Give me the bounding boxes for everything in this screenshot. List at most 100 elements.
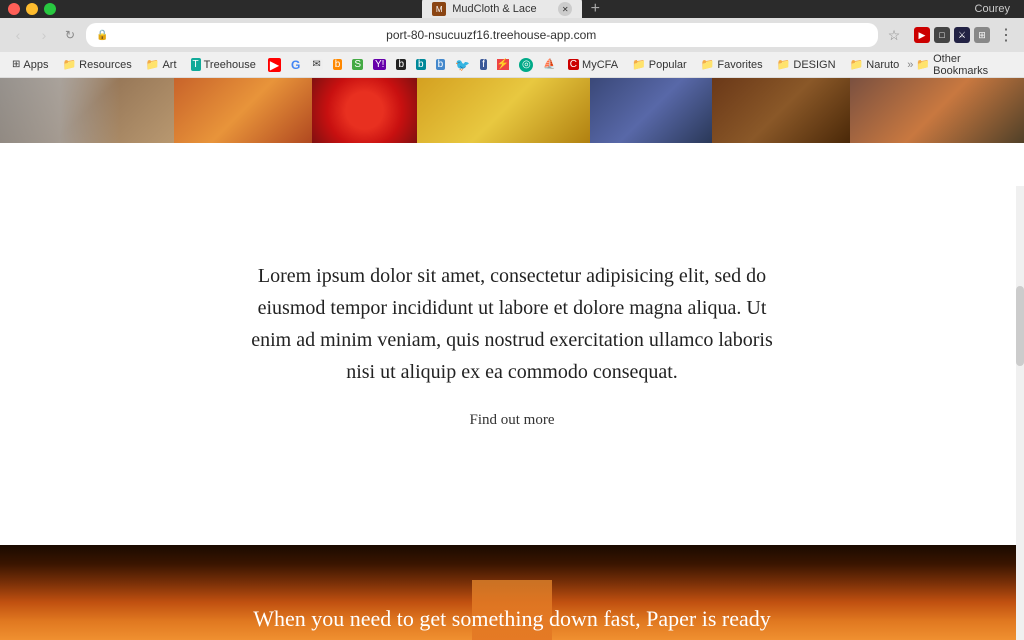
scrollbar-thumb[interactable] xyxy=(1016,286,1024,366)
folder-icon-art: 📁 xyxy=(146,58,160,71)
bm-icon-8: S xyxy=(352,59,363,70)
folder-icon-resources: 📁 xyxy=(62,58,76,71)
refresh-button[interactable]: ↻ xyxy=(60,25,80,45)
browser-menu-button[interactable]: ⋮ xyxy=(996,25,1016,45)
bookmark-b7[interactable]: b xyxy=(329,57,347,72)
folder-icon-naruto: 📁 xyxy=(850,58,864,71)
bookmark-design[interactable]: 📁 DESIGN xyxy=(771,56,842,73)
folder-icon-favorites: 📁 xyxy=(701,58,715,71)
bookmark-youtube[interactable]: ▶ xyxy=(264,56,285,74)
main-paragraph: Lorem ipsum dolor sit amet, consectetur … xyxy=(242,260,782,388)
apps-icon: ⊞ xyxy=(12,59,20,70)
bookmark-favorites-label: Favorites xyxy=(717,59,762,71)
twitter-icon: 🐦 xyxy=(455,58,470,72)
bm-icon-11: b xyxy=(416,59,426,70)
bookmark-resources[interactable]: 📁 Resources xyxy=(56,56,137,73)
bookmark-google[interactable]: G xyxy=(287,56,304,74)
bookmark-yahoo[interactable]: Y! xyxy=(369,57,390,72)
bookmark-mycfa[interactable]: C MyCFA xyxy=(562,57,624,73)
bookmark-b12[interactable]: b xyxy=(432,57,450,72)
bookmark-mycfa-label: MyCFA xyxy=(582,59,618,71)
bookmark-naruto[interactable]: 📁 Naruto xyxy=(844,56,906,73)
other-bookmarks-folder-icon: 📁 xyxy=(916,58,930,71)
address-bar: ‹ › ↻ 🔒 port-80-nsucuuzf16.treehouse-app… xyxy=(0,18,1024,52)
sunset-area: When you need to get something down fast… xyxy=(0,545,1024,640)
ext-icon-3[interactable]: ⚔ xyxy=(954,27,970,43)
gmail-icon: ✉ xyxy=(310,59,322,70)
bookmark-b15[interactable]: ⚡ xyxy=(493,57,513,72)
bookmark-treehouse-label: Treehouse xyxy=(204,59,256,71)
window-chrome: M MudCloth & Lace ✕ + Courey xyxy=(0,0,1024,18)
bookmark-treehouse[interactable]: T Treehouse xyxy=(185,56,262,73)
hero-fabric-strip xyxy=(0,78,1024,143)
overflow-indicator: » xyxy=(907,59,913,71)
maximize-button[interactable] xyxy=(44,3,56,15)
fabric-segment-6 xyxy=(712,78,851,143)
scrollbar[interactable] xyxy=(1016,186,1024,640)
bookmark-apps[interactable]: ⊞ Apps xyxy=(6,57,54,73)
close-button[interactable] xyxy=(8,3,20,15)
other-bookmarks-label: Other Bookmarks xyxy=(933,53,1018,77)
bookmark-art[interactable]: 📁 Art xyxy=(140,56,183,73)
folder-icon-popular: 📁 xyxy=(632,58,646,71)
bm-icon-10: b xyxy=(396,59,406,70)
treehouse-favicon: T xyxy=(191,58,201,71)
tab-close-button[interactable]: ✕ xyxy=(558,2,572,16)
ssl-icon: 🔒 xyxy=(96,30,108,41)
bookmark-b8[interactable]: S xyxy=(348,57,367,72)
bookmark-b16[interactable]: ◎ xyxy=(515,56,537,74)
hero-image xyxy=(0,78,1024,143)
bookmark-b10[interactable]: b xyxy=(392,57,410,72)
ext-icon-2[interactable]: □ xyxy=(934,27,950,43)
forward-button[interactable]: › xyxy=(34,25,54,45)
tab-title: MudCloth & Lace xyxy=(452,3,552,15)
fabric-segment-5 xyxy=(590,78,711,143)
main-text-area: Lorem ipsum dolor sit amet, consectetur … xyxy=(0,143,1024,545)
bm-icon-12: b xyxy=(436,59,446,70)
bookmark-popular[interactable]: 📁 Popular xyxy=(626,56,693,73)
fabric-segment-3 xyxy=(312,78,416,143)
extension-icons: ▶ □ ⚔ ⊞ xyxy=(914,27,990,43)
bookmark-design-label: DESIGN xyxy=(793,59,835,71)
bookmark-gmail[interactable]: ✉ xyxy=(306,57,326,72)
bookmark-favorites[interactable]: 📁 Favorites xyxy=(695,56,769,73)
fabric-segment-7 xyxy=(850,78,1024,143)
profile-name: Courey xyxy=(975,3,1010,15)
bm-icon-17: ⛵ xyxy=(543,59,555,70)
bookmark-fb[interactable]: f xyxy=(476,57,491,72)
bookmark-twitter[interactable]: 🐦 xyxy=(451,56,474,74)
facebook-icon: f xyxy=(480,59,487,70)
minimize-button[interactable] xyxy=(26,3,38,15)
fabric-segment-2 xyxy=(174,78,313,143)
folder-icon-design: 📁 xyxy=(777,58,791,71)
bookmark-b17[interactable]: ⛵ xyxy=(539,57,559,72)
tab-favicon: M xyxy=(432,2,446,16)
bookmark-resources-label: Resources xyxy=(79,59,132,71)
bookmark-art-label: Art xyxy=(162,59,176,71)
google-icon: G xyxy=(291,58,300,72)
url-bar[interactable]: 🔒 port-80-nsucuuzf16.treehouse-app.com xyxy=(86,23,878,47)
bm-icon-16: ◎ xyxy=(519,58,533,72)
find-out-more-link[interactable]: Find out more xyxy=(470,412,555,429)
hero-person xyxy=(0,78,120,143)
ext-icon-1[interactable]: ▶ xyxy=(914,27,930,43)
yahoo-icon: Y! xyxy=(373,59,386,70)
other-bookmarks[interactable]: » 📁 Other Bookmarks xyxy=(907,53,1018,77)
bookmarks-bar: ⊞ Apps 📁 Resources 📁 Art T Treehouse ▶ G… xyxy=(0,52,1024,78)
bookmark-apps-label: Apps xyxy=(23,59,48,71)
bookmark-naruto-label: Naruto xyxy=(866,59,899,71)
back-button[interactable]: ‹ xyxy=(8,25,28,45)
page-content: Lorem ipsum dolor sit amet, consectetur … xyxy=(0,78,1024,640)
ext-icon-4[interactable]: ⊞ xyxy=(974,27,990,43)
youtube-icon: ▶ xyxy=(268,58,281,72)
bookmark-b11[interactable]: b xyxy=(412,57,430,72)
sunset-text: When you need to get something down fast… xyxy=(253,606,770,632)
bm-icon-15: ⚡ xyxy=(497,59,509,70)
browser-window: M MudCloth & Lace ✕ + Courey ‹ › ↻ 🔒 por… xyxy=(0,0,1024,640)
fabric-segment-4 xyxy=(417,78,591,143)
bookmark-popular-label: Popular xyxy=(649,59,687,71)
bm-icon-7: b xyxy=(333,59,343,70)
bookmark-star-button[interactable]: ☆ xyxy=(884,25,904,45)
mycfa-icon: C xyxy=(568,59,579,70)
url-text: port-80-nsucuuzf16.treehouse-app.com xyxy=(114,28,868,42)
